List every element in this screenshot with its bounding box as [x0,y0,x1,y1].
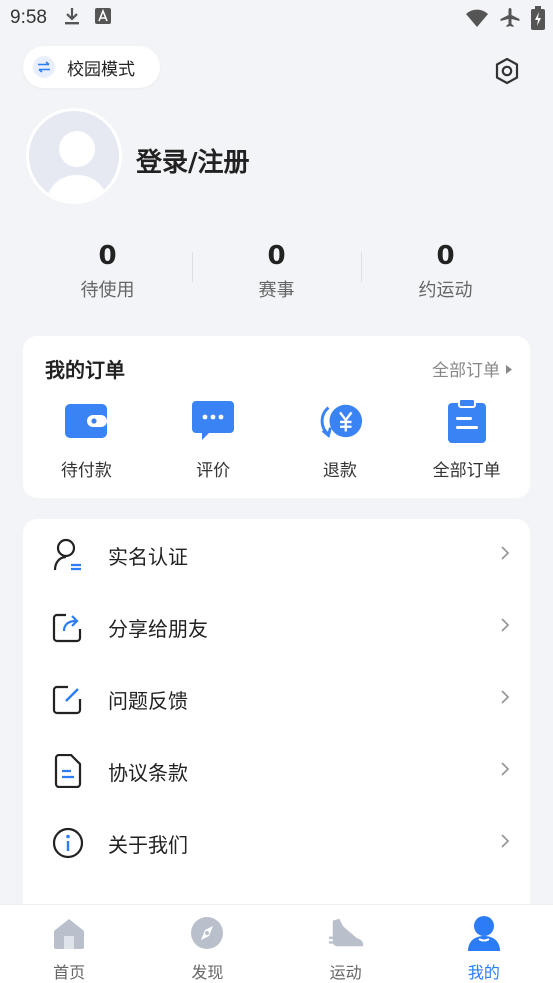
tab-label: 运动 [329,963,362,982]
sneaker-icon [328,915,364,951]
feedback-icon [51,682,85,716]
settings-icon[interactable] [492,56,522,86]
all-orders-link[interactable]: 全部订单 [432,356,512,381]
all-orders-label: 全部订单 [432,361,500,381]
swap-icon [33,56,55,78]
download-icon [63,6,81,30]
user-verify-icon [51,538,85,572]
tab-label: 首页 [53,963,86,982]
chevron-right-icon [500,833,510,853]
chevron-right-icon [500,617,510,637]
login-register-link[interactable]: 登录/注册 [136,142,250,179]
stat-pending-use[interactable]: 0 待使用 [23,238,192,308]
compass-icon [189,915,225,951]
stat-value: 0 [98,241,117,271]
tab-mine[interactable]: 我的 [415,905,553,983]
tab-sports[interactable]: 运动 [277,905,415,983]
order-label: 退款 [322,461,357,481]
profile-icon [466,915,502,951]
order-label: 评价 [196,461,231,481]
wifi-icon [465,8,489,32]
airplane-icon [499,7,521,33]
order-review[interactable]: 评价 [150,398,277,481]
info-icon [51,826,85,860]
menu-label: 分享给朋友 [108,616,208,641]
battery-charging-icon [531,6,545,34]
clipboard-icon [444,398,490,444]
campus-mode-toggle[interactable]: 校园模式 [23,46,160,88]
order-label: 待付款 [60,461,112,481]
chevron-right-icon [500,761,510,781]
chevron-right-icon [500,545,510,565]
menu-label: 关于我们 [108,832,188,857]
menu-item-terms[interactable]: 协议条款 [23,735,530,807]
chevron-right-icon [500,689,510,709]
status-time: 9:58 [10,7,47,28]
order-pending-payment[interactable]: 待付款 [23,398,150,481]
tab-label: 我的 [467,963,500,982]
share-icon [51,610,85,644]
stat-sports-meetups[interactable]: 0 约运动 [361,238,530,308]
menu-label: 问题反馈 [108,688,188,713]
tab-label: 发现 [191,963,224,982]
menu-label: 实名认证 [108,544,188,569]
order-all[interactable]: 全部订单 [403,398,530,481]
app-notification-icon [94,8,111,28]
refund-icon [317,398,363,444]
order-label: 全部订单 [432,461,501,481]
stat-events[interactable]: 0 赛事 [192,238,361,308]
caret-right-icon [506,359,512,379]
stat-value: 0 [436,241,455,271]
menu-card: 实名认证 分享给朋友 问题反馈 协议条款 关于我们 [23,519,530,939]
menu-label: 协议条款 [108,760,188,785]
menu-item-feedback[interactable]: 问题反馈 [23,663,530,735]
stat-label: 待使用 [80,280,135,301]
divider [361,252,362,282]
avatar-placeholder-icon [46,131,108,201]
stats-row: 0 待使用 0 赛事 0 约运动 [23,238,530,308]
tab-discover[interactable]: 发现 [138,905,276,983]
bottom-tab-bar: 首页 发现 运动 我的 [0,904,553,983]
avatar[interactable] [26,108,122,204]
order-refund[interactable]: 退款 [277,398,404,481]
stat-value: 0 [267,241,286,271]
stat-label: 赛事 [258,280,295,301]
menu-item-real-name-verification[interactable]: 实名认证 [23,519,530,591]
orders-title: 我的订单 [45,358,125,382]
campus-mode-label: 校园模式 [67,59,135,80]
menu-item-share[interactable]: 分享给朋友 [23,591,530,663]
tab-home[interactable]: 首页 [0,905,138,983]
my-orders-card: 我的订单 全部订单 待付款 评价 退款 全部订单 [23,336,530,498]
stat-label: 约运动 [418,280,473,301]
wallet-icon [63,398,109,444]
status-bar: 9:58 [0,0,553,36]
menu-item-about-us[interactable]: 关于我们 [23,807,530,879]
home-icon [51,915,87,951]
divider [192,252,193,282]
comment-icon [190,398,236,444]
document-icon [51,754,85,788]
